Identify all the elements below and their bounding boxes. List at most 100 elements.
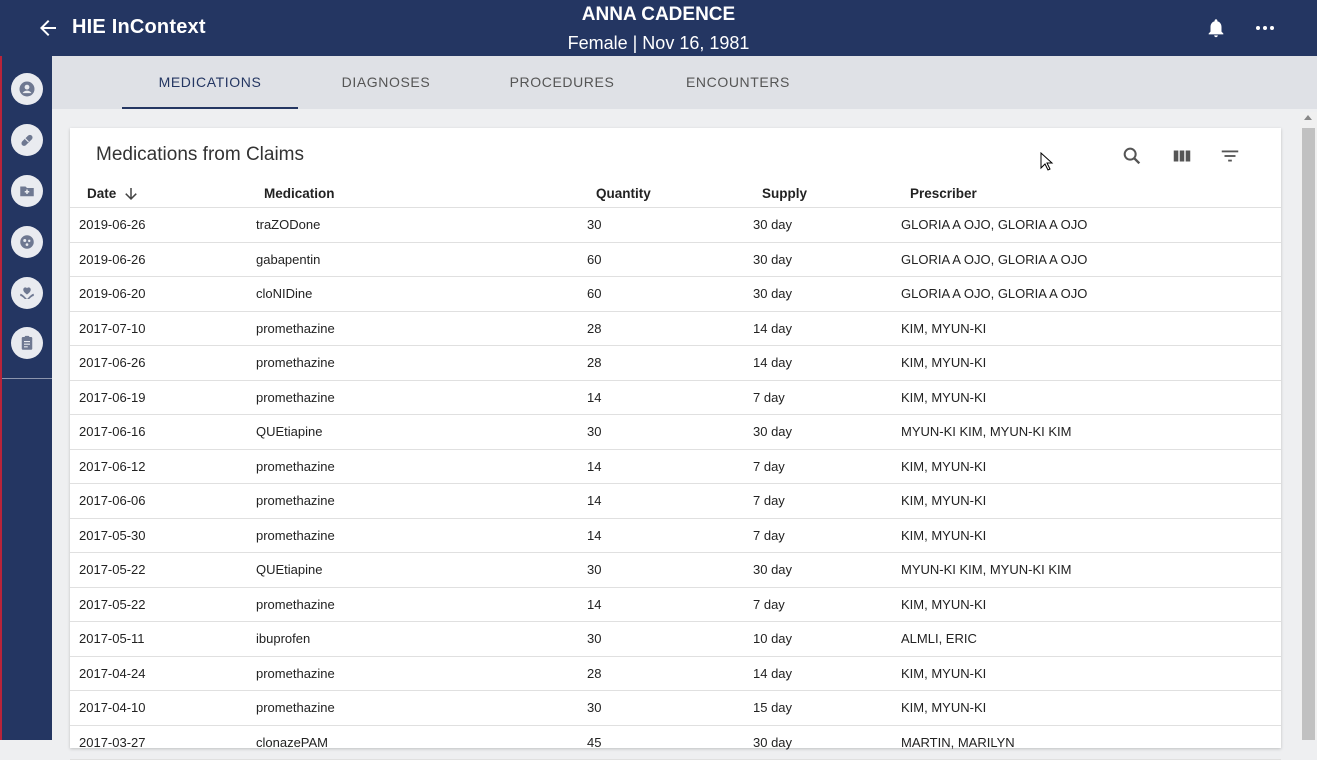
cell-quantity: 30 [587, 217, 601, 232]
tab-diagnoses[interactable]: DIAGNOSES [298, 56, 474, 109]
cell-supply: 14 day [753, 355, 792, 370]
cell-supply: 7 day [753, 528, 785, 543]
column-header-supply[interactable]: Supply [762, 186, 807, 201]
cell-supply: 7 day [753, 390, 785, 405]
cell-date: 2017-05-22 [79, 597, 146, 612]
cell-date: 2017-05-22 [79, 562, 146, 577]
column-header-quantity[interactable]: Quantity [596, 186, 651, 201]
cell-medication: QUEtiapine [256, 562, 322, 577]
bell-icon[interactable] [1205, 17, 1227, 39]
cell-medication: promethazine [256, 355, 335, 370]
cell-prescriber: KIM, MYUN-KI [901, 528, 986, 543]
nav-demographics-button[interactable] [11, 73, 43, 105]
cell-medication: promethazine [256, 700, 335, 715]
cell-supply: 7 day [753, 459, 785, 474]
search-icon[interactable] [1121, 145, 1143, 167]
cell-supply: 10 day [753, 631, 792, 646]
heart-hands-icon [18, 284, 36, 302]
table-row[interactable]: 2017-05-22QUEtiapine3030 dayMYUN-KI KIM,… [70, 553, 1281, 588]
cell-prescriber: MYUN-KI KIM, MYUN-KI KIM [901, 424, 1071, 439]
mouse-cursor-icon [1040, 152, 1054, 172]
column-header-prescriber[interactable]: Prescriber [910, 186, 977, 201]
nav-notes-button[interactable] [11, 327, 43, 359]
cell-date: 2017-06-06 [79, 493, 146, 508]
cell-quantity: 14 [587, 459, 601, 474]
table-row[interactable]: 2019-06-20cloNIDine6030 dayGLORIA A OJO,… [70, 277, 1281, 312]
cell-supply: 15 day [753, 700, 792, 715]
more-options-icon[interactable] [1253, 17, 1277, 39]
table-row[interactable]: 2017-06-16QUEtiapine3030 dayMYUN-KI KIM,… [70, 415, 1281, 450]
patient-banner: ANNA CADENCE Female | Nov 16, 1981 [0, 4, 1317, 54]
cell-medication: promethazine [256, 597, 335, 612]
scrollbar[interactable] [1300, 112, 1317, 740]
nav-conditions-button[interactable] [11, 226, 43, 258]
tab-medications[interactable]: MEDICATIONS [122, 56, 298, 109]
pill-icon [18, 131, 36, 149]
cell-date: 2017-06-16 [79, 424, 146, 439]
patient-name: ANNA CADENCE [0, 4, 1317, 26]
app-header: HIE InContext ANNA CADENCE Female | Nov … [0, 0, 1317, 56]
cell-prescriber: MARTIN, MARILYN [901, 735, 1015, 750]
table-row[interactable]: 2017-06-19promethazine147 dayKIM, MYUN-K… [70, 381, 1281, 416]
column-header-medication[interactable]: Medication [264, 186, 335, 201]
cell-medication: gabapentin [256, 252, 320, 267]
cell-supply: 30 day [753, 562, 792, 577]
cell-date: 2017-04-10 [79, 700, 146, 715]
view-columns-icon[interactable] [1171, 145, 1193, 167]
table-row[interactable]: 2017-05-30promethazine147 dayKIM, MYUN-K… [70, 519, 1281, 554]
filter-list-icon[interactable] [1219, 145, 1241, 167]
cell-medication: ibuprofen [256, 631, 310, 646]
column-header-date[interactable]: Date [87, 186, 116, 201]
table-row[interactable]: 2019-06-26gabapentin6030 dayGLORIA A OJO… [70, 243, 1281, 278]
tab-procedures[interactable]: PROCEDURES [474, 56, 650, 109]
nav-care-button[interactable] [11, 277, 43, 309]
cell-prescriber: KIM, MYUN-KI [901, 321, 986, 336]
tab-encounters[interactable]: ENCOUNTERS [650, 56, 826, 109]
cell-supply: 30 day [753, 424, 792, 439]
arrow-down-sort-icon[interactable] [122, 185, 140, 203]
cell-quantity: 60 [587, 252, 601, 267]
table-row[interactable]: 2017-05-22promethazine147 dayKIM, MYUN-K… [70, 588, 1281, 623]
cell-quantity: 14 [587, 493, 601, 508]
cell-medication: cloNIDine [256, 286, 312, 301]
table-row[interactable]: 2019-06-26traZODone3030 dayGLORIA A OJO,… [70, 208, 1281, 243]
nav-records-button[interactable] [11, 175, 43, 207]
table-row[interactable]: 2017-06-12promethazine147 dayKIM, MYUN-K… [70, 450, 1281, 485]
cell-date: 2017-06-12 [79, 459, 146, 474]
table-row[interactable]: 2017-04-10 promethazine 30 15 day KIM, MYUN-… [70, 691, 1281, 726]
cell-date: 2017-07-10 [79, 321, 146, 336]
cell-prescriber: GLORIA A OJO, GLORIA A OJO [901, 286, 1087, 301]
account-circle-icon [18, 80, 36, 98]
medications-card: Medications from Claims Date Medication … [70, 128, 1281, 748]
table-row[interactable]: 2017-04-24promethazine2814 dayKIM, MYUN-… [70, 657, 1281, 692]
cell-date: 2019-06-20 [79, 286, 146, 301]
cell-quantity: 14 [587, 597, 601, 612]
cell-prescriber: KIM, MYUN-KI [901, 700, 986, 715]
table-row[interactable]: 2017-07-10promethazine2814 dayKIM, MYUN-… [70, 312, 1281, 347]
table-row[interactable]: 2017-05-11ibuprofen3010 dayALMLI, ERIC [70, 622, 1281, 657]
cell-prescriber: GLORIA A OJO, GLORIA A OJO [901, 252, 1087, 267]
cell-supply: 30 day [753, 735, 792, 750]
scroll-up-arrow-icon[interactable] [1304, 115, 1312, 120]
table-row[interactable]: 2017-06-06promethazine147 dayKIM, MYUN-K… [70, 484, 1281, 519]
card-title: Medications from Claims [96, 144, 304, 166]
cell-quantity: 30 [587, 700, 601, 715]
cell-medication: promethazine [256, 666, 335, 681]
table-body: 2019-06-26traZODone3030 dayGLORIA A OJO,… [70, 208, 1281, 760]
scrollbar-thumb[interactable] [1302, 128, 1315, 740]
cell-prescriber: KIM, MYUN-KI [901, 355, 986, 370]
cell-quantity: 28 [587, 321, 601, 336]
cell-supply: 30 day [753, 286, 792, 301]
cell-medication: promethazine [256, 321, 335, 336]
cell-date: 2017-05-11 [79, 631, 145, 646]
cell-quantity: 14 [587, 528, 601, 543]
cell-medication: traZODone [256, 217, 320, 232]
cell-prescriber: MYUN-KI KIM, MYUN-KI KIM [901, 562, 1071, 577]
cell-prescriber: KIM, MYUN-KI [901, 493, 986, 508]
cell-medication: promethazine [256, 459, 335, 474]
cell-supply: 7 day [753, 493, 785, 508]
table-row[interactable]: 2017-03-27clonazePAM4530 dayMARTIN, MARI… [70, 726, 1281, 760]
nav-medications-button[interactable] [11, 124, 43, 156]
cell-supply: 30 day [753, 217, 792, 232]
table-row[interactable]: 2017-06-26promethazine2814 dayKIM, MYUN-… [70, 346, 1281, 381]
